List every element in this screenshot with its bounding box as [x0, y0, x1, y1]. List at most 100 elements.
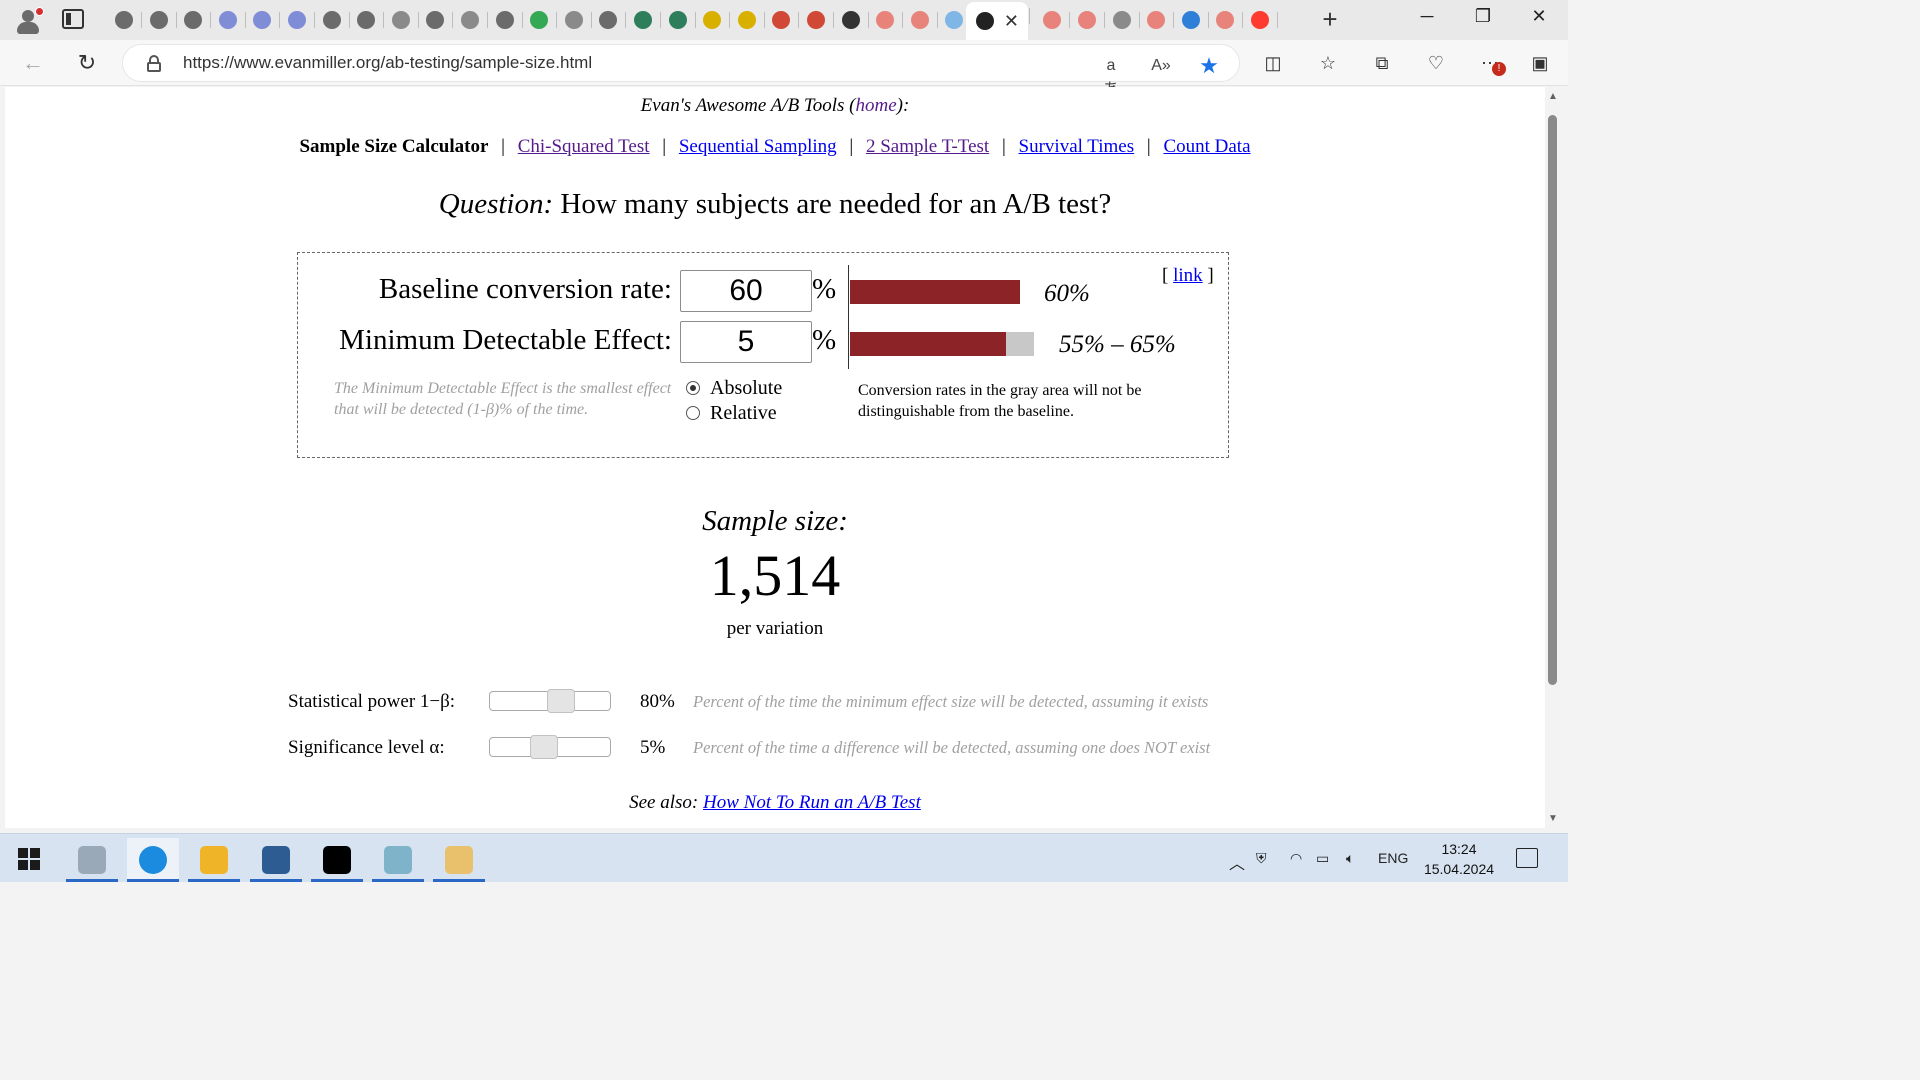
power-slider-handle[interactable]: [546, 689, 575, 713]
browser-tab[interactable]: [1036, 6, 1071, 34]
address-bar[interactable]: https://www.evanmiller.org/ab-testing/sa…: [122, 44, 1240, 98]
taskbar-app[interactable]: [66, 838, 118, 882]
browser-tab[interactable]: [800, 6, 834, 34]
volume-icon[interactable]: 🔈︎: [1346, 850, 1354, 867]
taskbar-app[interactable]: [127, 838, 179, 882]
browser-tab[interactable]: [419, 6, 454, 34]
radio-absolute[interactable]: Absolute: [686, 377, 782, 400]
windows-start-icon[interactable]: [18, 848, 40, 870]
browser-tab[interactable]: [662, 6, 696, 34]
minimize-button[interactable]: ─: [1412, 6, 1442, 34]
link-bracket: [: [1162, 265, 1169, 286]
browser-tab[interactable]: [1106, 6, 1140, 34]
close-window-button[interactable]: ✕: [1524, 6, 1554, 34]
sidebar-toggle-icon[interactable]: ▣: [1526, 49, 1554, 77]
browser-tab[interactable]: [765, 6, 800, 34]
restore-button[interactable]: ❐: [1468, 6, 1498, 34]
significance-slider[interactable]: [489, 735, 611, 759]
battery-icon[interactable]: ▭: [1316, 850, 1329, 867]
taskbar-app[interactable]: [433, 838, 485, 882]
browser-tab[interactable]: [281, 6, 315, 34]
tab-actions-icon[interactable]: [62, 9, 84, 29]
page-scrollbar[interactable]: ▲ ▼: [1545, 87, 1562, 828]
favorite-star-icon[interactable]: ★: [1197, 54, 1221, 78]
wifi-icon[interactable]: ◠: [1290, 850, 1302, 867]
language-indicator[interactable]: ENG: [1378, 850, 1408, 866]
significance-slider-handle[interactable]: [530, 735, 558, 759]
notification-center-icon[interactable]: [1516, 848, 1538, 868]
tray-overflow-chevron-icon[interactable]: ︿: [1229, 850, 1245, 874]
browser-tab[interactable]: [1209, 6, 1244, 34]
security-shield-icon[interactable]: ⛨: [1256, 850, 1267, 867]
radio-absolute-label: Absolute: [710, 377, 783, 399]
browser-tab[interactable]: [558, 6, 592, 34]
close-tab-icon[interactable]: ✕: [1004, 11, 1019, 32]
home-link[interactable]: home: [856, 95, 897, 116]
browser-tab[interactable]: [316, 6, 350, 34]
browser-tab[interactable]: [731, 6, 765, 34]
browser-tab[interactable]: [1244, 6, 1278, 34]
refresh-button[interactable]: ↻: [72, 48, 102, 78]
radio-unselected-icon[interactable]: [686, 406, 700, 420]
browser-tab[interactable]: [1071, 6, 1105, 34]
browser-tab[interactable]: [246, 6, 281, 34]
back-button[interactable]: ←: [18, 48, 48, 78]
translate-icon[interactable]: aあ: [1099, 54, 1123, 98]
new-tab-button[interactable]: +: [1316, 6, 1344, 34]
profile-avatar-icon[interactable]: [12, 4, 44, 36]
taskbar-app[interactable]: [372, 838, 424, 882]
browser-tab[interactable]: [696, 6, 731, 34]
nav-link-chi-squared[interactable]: Chi-Squared Test: [518, 136, 650, 157]
browser-tab[interactable]: [350, 6, 385, 34]
system-clock[interactable]: 13:24 15.04.2024: [1414, 839, 1504, 879]
url-text[interactable]: https://www.evanmiller.org/ab-testing/sa…: [183, 53, 592, 73]
browser-essentials-icon[interactable]: ♡: [1422, 49, 1450, 77]
browser-tab[interactable]: [143, 6, 177, 34]
nav-link-survival[interactable]: Survival Times: [1019, 136, 1135, 157]
power-slider[interactable]: [489, 689, 611, 713]
browser-tab[interactable]: [177, 6, 212, 34]
nav-link-count-data[interactable]: Count Data: [1163, 136, 1250, 157]
browser-tab[interactable]: [385, 6, 419, 34]
mde-input[interactable]: 5: [680, 321, 812, 363]
scroll-down-arrow-icon[interactable]: ▼: [1547, 813, 1559, 824]
permalink-link[interactable]: link: [1173, 265, 1203, 286]
power-label: Statistical power 1−β:: [288, 691, 456, 712]
browser-tab[interactable]: [835, 6, 869, 34]
split-screen-icon[interactable]: ◫: [1259, 49, 1287, 77]
browser-tab[interactable]: ✕: [966, 2, 1031, 40]
radio-selected-icon[interactable]: [686, 381, 700, 395]
see-also-link[interactable]: How Not To Run an A/B Test: [703, 792, 921, 813]
browser-tab[interactable]: [592, 6, 627, 34]
taskbar-app[interactable]: [250, 838, 302, 882]
baseline-input[interactable]: 60: [680, 270, 812, 312]
nav-link-t-test[interactable]: 2 Sample T-Test: [866, 136, 989, 157]
taskbar-app[interactable]: [188, 838, 240, 882]
photos-icon: [78, 846, 106, 874]
clock-time: 13:24: [1441, 841, 1477, 857]
nav-link-sequential[interactable]: Sequential Sampling: [679, 136, 837, 157]
browser-tab[interactable]: [108, 6, 142, 34]
gmail-icon: [772, 11, 791, 29]
lock-icon[interactable]: [147, 55, 161, 72]
browser-tab[interactable]: [454, 6, 488, 34]
question-prefix: Question:: [438, 188, 554, 220]
browser-tab[interactable]: [627, 6, 661, 34]
browser-tab[interactable]: [1140, 6, 1175, 34]
radio-relative[interactable]: Relative: [686, 402, 777, 425]
browser-tab[interactable]: [869, 6, 904, 34]
browser-tab[interactable]: [212, 6, 246, 34]
scrollbar-thumb[interactable]: [1548, 115, 1557, 685]
taskbar-app[interactable]: [311, 838, 363, 882]
significance-description: Percent of the time a difference will be…: [693, 738, 1211, 757]
m-icon: [703, 11, 722, 29]
browser-tab[interactable]: [523, 6, 558, 34]
favorites-icon[interactable]: ☆: [1314, 49, 1342, 77]
scroll-up-arrow-icon[interactable]: ▲: [1547, 91, 1559, 102]
browser-tab[interactable]: [1175, 6, 1209, 34]
browser-tab[interactable]: [904, 6, 938, 34]
collections-icon[interactable]: ⧉: [1368, 49, 1396, 77]
clock-date: 15.04.2024: [1423, 861, 1495, 877]
browser-tab[interactable]: [489, 6, 523, 34]
read-aloud-icon[interactable]: A»: [1149, 54, 1173, 78]
